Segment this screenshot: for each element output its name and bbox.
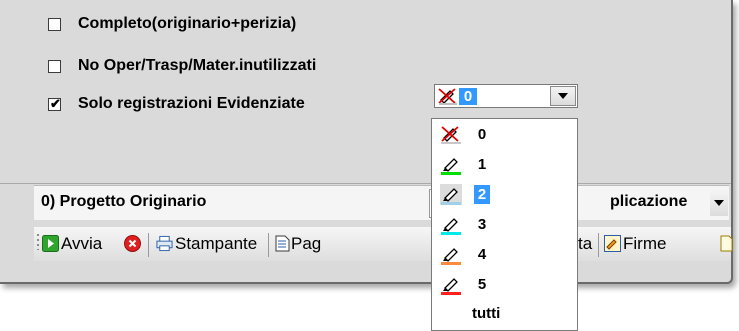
- dropdown-item[interactable]: 3: [434, 212, 575, 237]
- completo-checkbox[interactable]: [48, 18, 61, 31]
- application-selector-label[interactable]: plicazione: [610, 193, 687, 211]
- highlighter-icon: [441, 278, 461, 295]
- combo-dropdown-button[interactable]: [550, 86, 576, 106]
- dropdown-item-label: 3: [477, 216, 487, 233]
- highlighter-icon: [441, 158, 461, 175]
- highlight-combo[interactable]: 0: [434, 84, 578, 108]
- dropdown-item-label: 1: [477, 156, 487, 173]
- project-bar: 0) Progetto Originario plicazione: [34, 185, 729, 220]
- firme-button[interactable]: Firme: [623, 234, 666, 254]
- printer-icon[interactable]: [156, 235, 173, 252]
- dropdown-item-all[interactable]: tutti: [434, 302, 575, 327]
- highlighter-icon: [441, 248, 461, 265]
- no-oper-checkbox[interactable]: [48, 60, 61, 73]
- completo-label: Completo(originario+perizia): [78, 15, 297, 32]
- highlighter-icon: [440, 184, 462, 205]
- toolbar-separator: [148, 233, 149, 257]
- chevron-down-icon: [714, 200, 724, 206]
- highlighter-icon: [441, 218, 461, 235]
- divider: [0, 183, 731, 184]
- dropdown-item-label: 4: [477, 246, 487, 263]
- crossed-highlighter-icon: [441, 126, 461, 144]
- stampante-button[interactable]: Stampante: [175, 234, 257, 254]
- pag-button[interactable]: Pag: [291, 234, 321, 254]
- toolbar: Avvia Stampante Pag ta Firme: [34, 227, 733, 261]
- dropdown-item[interactable]: 4: [434, 242, 575, 267]
- main-panel: Completo(originario+perizia) No Oper/Tra…: [0, 0, 733, 284]
- solo-evidenziate-checkbox[interactable]: ✔: [48, 96, 61, 111]
- toolbar-separator: [268, 233, 269, 257]
- dropdown-item-label: tutti: [472, 305, 501, 322]
- dropdown-item-label: 2: [474, 185, 490, 204]
- avvia-button[interactable]: Avvia: [61, 234, 102, 254]
- no-oper-label: No Oper/Trasp/Mater.inutilizzati: [78, 57, 317, 74]
- ta-button[interactable]: ta: [578, 234, 592, 254]
- document-edit-icon[interactable]: [718, 235, 735, 252]
- combo-selected-value: 0: [459, 88, 477, 105]
- crossed-highlighter-icon: [438, 88, 457, 105]
- dropdown-item[interactable]: 1: [434, 152, 575, 177]
- stop-icon[interactable]: [124, 235, 141, 252]
- project-selector-label[interactable]: 0) Progetto Originario: [41, 193, 206, 211]
- toolbar-separator: [598, 233, 599, 257]
- application-dropdown-button[interactable]: [710, 190, 728, 216]
- checkmark-icon: ✔: [50, 96, 61, 111]
- dropdown-item[interactable]: 2: [434, 182, 575, 207]
- page-icon[interactable]: [274, 235, 291, 252]
- highlight-dropdown-list: 0 1 2 3 4 5 tutti: [431, 118, 578, 331]
- dropdown-item[interactable]: 5: [434, 272, 575, 297]
- signature-icon[interactable]: [604, 235, 621, 252]
- chevron-down-icon: [558, 93, 568, 99]
- play-icon[interactable]: [42, 235, 59, 252]
- dropdown-item[interactable]: 0: [434, 122, 575, 147]
- dropdown-item-label: 5: [477, 276, 487, 293]
- dropdown-item-label: 0: [477, 126, 487, 143]
- solo-evidenziate-label: Solo registrazioni Evidenziate: [78, 95, 305, 112]
